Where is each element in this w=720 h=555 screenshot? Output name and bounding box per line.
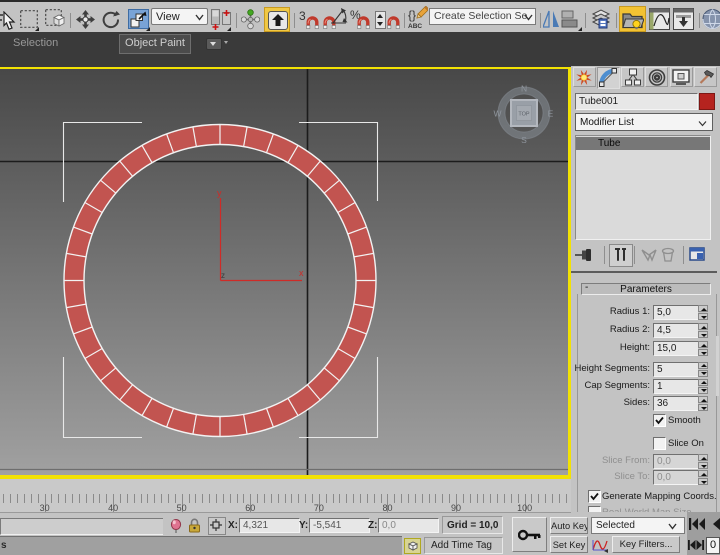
svg-text:y: y — [217, 188, 222, 198]
svg-text:N: N — [521, 84, 527, 94]
svg-text:z: z — [221, 271, 225, 280]
svg-text:E: E — [548, 109, 554, 119]
svg-text:W: W — [493, 109, 501, 119]
svg-text:x: x — [299, 268, 304, 278]
svg-text:S: S — [521, 135, 527, 145]
svg-text:TOP: TOP — [518, 112, 530, 118]
